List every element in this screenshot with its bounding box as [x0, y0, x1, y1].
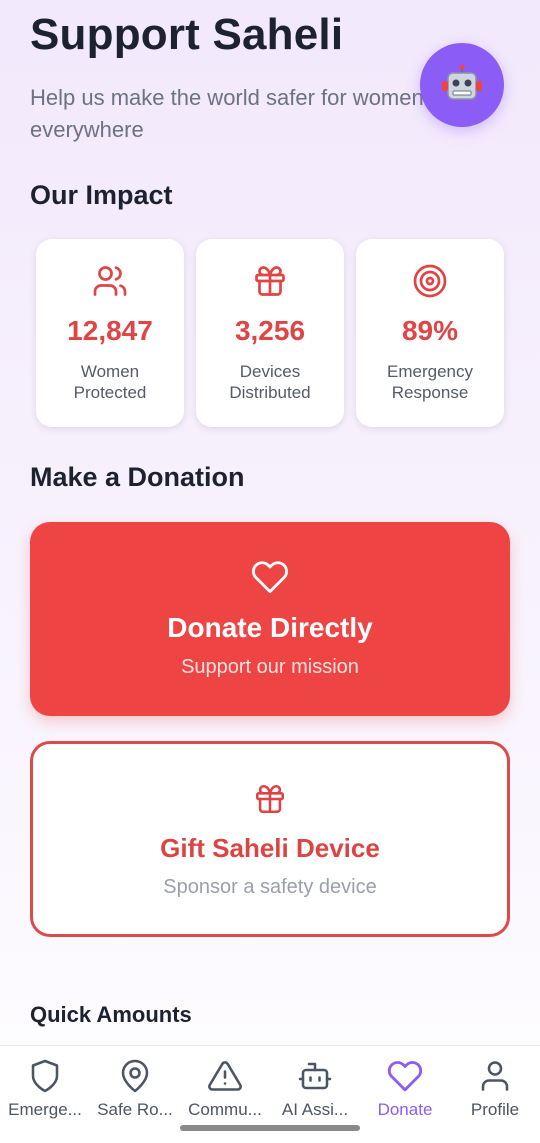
stat-card-emergency-response: 89% Emergency Response: [356, 239, 504, 427]
warning-icon: [208, 1061, 242, 1091]
nav-label: Commu...: [188, 1100, 262, 1119]
stat-label: Emergency Response: [387, 362, 473, 402]
nav-item-emergency[interactable]: Emerge...: [0, 1046, 90, 1143]
stat-value: 12,847: [67, 315, 153, 346]
stat-value: 89%: [401, 315, 459, 346]
nav-item-donate[interactable]: Donate: [360, 1046, 450, 1143]
nav-label: Safe Ro...: [97, 1100, 173, 1119]
ai-assistant-fab[interactable]: [420, 43, 504, 127]
target-icon: [413, 264, 447, 298]
map-pin-icon: [121, 1059, 149, 1093]
bot-icon: [298, 1062, 332, 1090]
gift-device-button[interactable]: Gift Saheli Device Sponsor a safety devi…: [30, 741, 510, 937]
nav-label: Donate: [377, 1100, 433, 1119]
stat-card-women-protected: 12,847 Women Protected: [36, 239, 184, 427]
home-indicator: [180, 1125, 360, 1131]
stat-label: Devices Distributed: [229, 362, 311, 402]
user-icon: [481, 1061, 509, 1091]
gift-device-subtitle: Sponsor a safety device: [163, 876, 377, 898]
gift-icon: [255, 266, 285, 296]
donate-directly-subtitle: Support our mission: [181, 656, 359, 678]
gift-device-title: Gift Saheli Device: [160, 833, 380, 863]
robot-icon: [442, 64, 482, 100]
stat-value: 3,256: [234, 315, 306, 346]
page-title: Support Saheli: [30, 10, 344, 59]
gift-icon: [255, 784, 285, 814]
heart-icon: [252, 561, 288, 594]
stat-label: Women Protected: [73, 362, 147, 402]
donate-directly-title: Donate Directly: [167, 612, 373, 643]
nav-label: AI Assi...: [281, 1100, 349, 1119]
users-icon: [93, 266, 127, 296]
nav-label: Emerge...: [8, 1100, 82, 1119]
nav-item-safe-routes[interactable]: Safe Ro...: [90, 1046, 180, 1143]
stat-card-devices-distributed: 3,256 Devices Distributed: [196, 239, 344, 427]
nav-label: Profile: [470, 1100, 520, 1119]
quick-amounts-heading: Quick Amounts: [30, 1002, 192, 1027]
page-subtitle: Help us make the world safer for women e…: [30, 85, 424, 142]
heart-icon: [387, 1061, 423, 1092]
donation-heading: Make a Donation: [30, 462, 245, 492]
nav-item-profile[interactable]: Profile: [450, 1046, 540, 1143]
shield-icon: [31, 1059, 59, 1093]
donate-directly-button[interactable]: Donate Directly Support our mission: [30, 522, 510, 716]
impact-heading: Our Impact: [30, 180, 173, 210]
